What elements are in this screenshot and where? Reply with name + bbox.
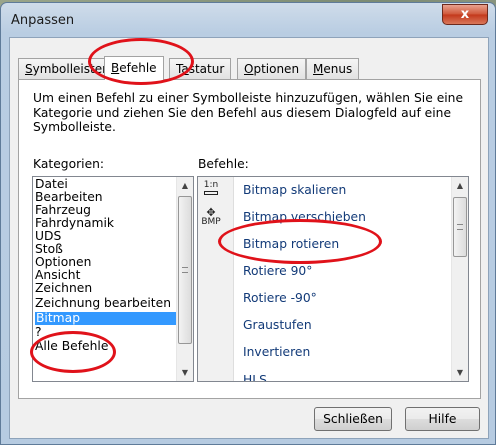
- command-item[interactable]: ✥ BMP Bitmap verschieben: [198, 204, 448, 231]
- close-window-button[interactable]: x: [442, 4, 488, 25]
- categories-label: Kategorien:: [33, 157, 105, 171]
- befehle-panel: Um einen Befehl zu einer Symbolleiste hi…: [18, 79, 481, 399]
- category-item[interactable]: ?: [35, 326, 42, 339]
- category-item[interactable]: Zeichnen: [35, 282, 92, 295]
- tab-symbolleisten[interactable]: Symbolleisten: [18, 58, 117, 79]
- category-item[interactable]: Alle Befehle: [35, 340, 108, 353]
- window-title: Anpassen: [11, 13, 75, 28]
- scroll-up-arrow-icon[interactable]: ▲: [177, 177, 193, 194]
- categories-scrollbar[interactable]: ▲ ▼: [176, 177, 193, 381]
- move-bitmap-icon: ✥ BMP: [201, 206, 221, 227]
- scroll-down-arrow-icon[interactable]: ▼: [177, 364, 193, 381]
- command-item[interactable]: Bitmap rotieren: [198, 231, 448, 258]
- command-item[interactable]: Rotiere 90°: [198, 258, 448, 285]
- tab-befehle[interactable]: Befehle: [104, 56, 164, 80]
- command-item[interactable]: HLS: [198, 367, 448, 381]
- hilfe-button[interactable]: Hilfe: [405, 407, 480, 431]
- grip-icon: [182, 267, 188, 273]
- command-item[interactable]: 1:n Bitmap skalieren: [198, 177, 448, 204]
- scroll-up-arrow-icon[interactable]: ▲: [452, 177, 468, 194]
- dialog-body: Symbolleisten Befehle Tastatur Optionen …: [9, 37, 489, 439]
- tab-menus[interactable]: Menus: [306, 58, 360, 79]
- scroll-down-arrow-icon[interactable]: ▼: [452, 364, 468, 381]
- scroll-thumb[interactable]: [178, 196, 192, 344]
- scroll-thumb[interactable]: [453, 197, 467, 257]
- categories-listbox[interactable]: Datei Bearbeiten Fahrzeug Fahrdynamik UD…: [32, 176, 194, 382]
- command-item[interactable]: Invertieren: [198, 339, 448, 366]
- tab-optionen[interactable]: Optionen: [237, 58, 307, 79]
- scale-bitmap-icon: 1:n: [200, 181, 222, 201]
- tab-tastatur[interactable]: Tastatur: [169, 58, 232, 79]
- instruction-text: Um einen Befehl zu einer Symbolleiste hi…: [33, 91, 464, 135]
- title-bar[interactable]: Anpassen x: [1, 3, 495, 37]
- command-item[interactable]: Graustufen: [198, 312, 448, 339]
- commands-label: Befehle:: [198, 157, 249, 171]
- schliessen-button[interactable]: Schließen: [314, 407, 392, 431]
- category-item[interactable]: Zeichnung bearbeiten: [35, 297, 171, 310]
- commands-scrollbar[interactable]: ▲ ▼: [451, 177, 468, 381]
- category-item-selected[interactable]: Bitmap: [35, 312, 177, 325]
- commands-listbox[interactable]: 1:n Bitmap skalieren ✥ BMP Bitmap verschi…: [197, 176, 469, 382]
- customize-dialog: Anpassen x Symbolleisten Befehle Tastatu…: [0, 2, 496, 445]
- grip-icon: [457, 224, 463, 230]
- command-item[interactable]: Rotiere -90°: [198, 285, 448, 312]
